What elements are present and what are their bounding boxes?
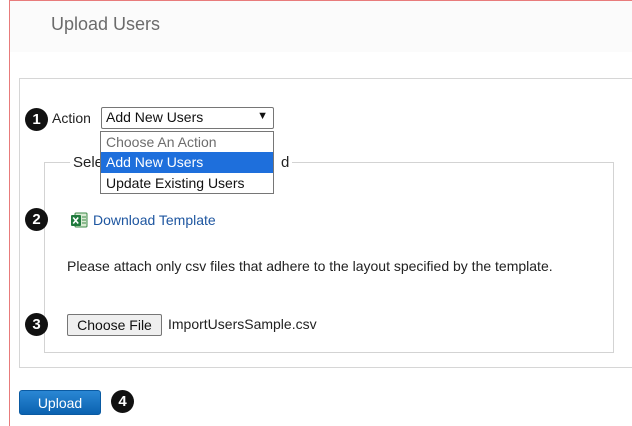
- upload-button[interactable]: Upload: [19, 390, 101, 415]
- chevron-down-icon: ▼: [257, 110, 268, 122]
- action-dropdown[interactable]: Choose An Action Add New Users Update Ex…: [100, 131, 274, 194]
- selected-file-name: ImportUsersSample.csv: [168, 316, 317, 332]
- option-update-existing-users[interactable]: Update Existing Users: [101, 173, 273, 193]
- excel-icon: [71, 212, 88, 228]
- download-template-link[interactable]: Download Template: [93, 212, 216, 228]
- action-select[interactable]: Add New Users ▼: [101, 107, 274, 129]
- csv-instructions: Please attach only csv files that adhere…: [67, 258, 553, 274]
- option-choose-action: Choose An Action: [106, 134, 217, 150]
- step-badge-3: 3: [25, 313, 48, 336]
- step-badge-2: 2: [25, 208, 48, 231]
- action-select-value: Add New Users: [106, 109, 204, 125]
- legend-start: Sele: [73, 154, 104, 171]
- choose-file-button[interactable]: Choose File: [67, 314, 162, 336]
- page-title: Upload Users: [51, 14, 161, 34]
- step-badge-1: 1: [25, 108, 48, 131]
- option-add-new-users[interactable]: Add New Users: [101, 152, 273, 173]
- action-label: Action: [52, 110, 91, 126]
- legend-end: d: [281, 154, 290, 171]
- step-badge-4: 4: [111, 390, 134, 413]
